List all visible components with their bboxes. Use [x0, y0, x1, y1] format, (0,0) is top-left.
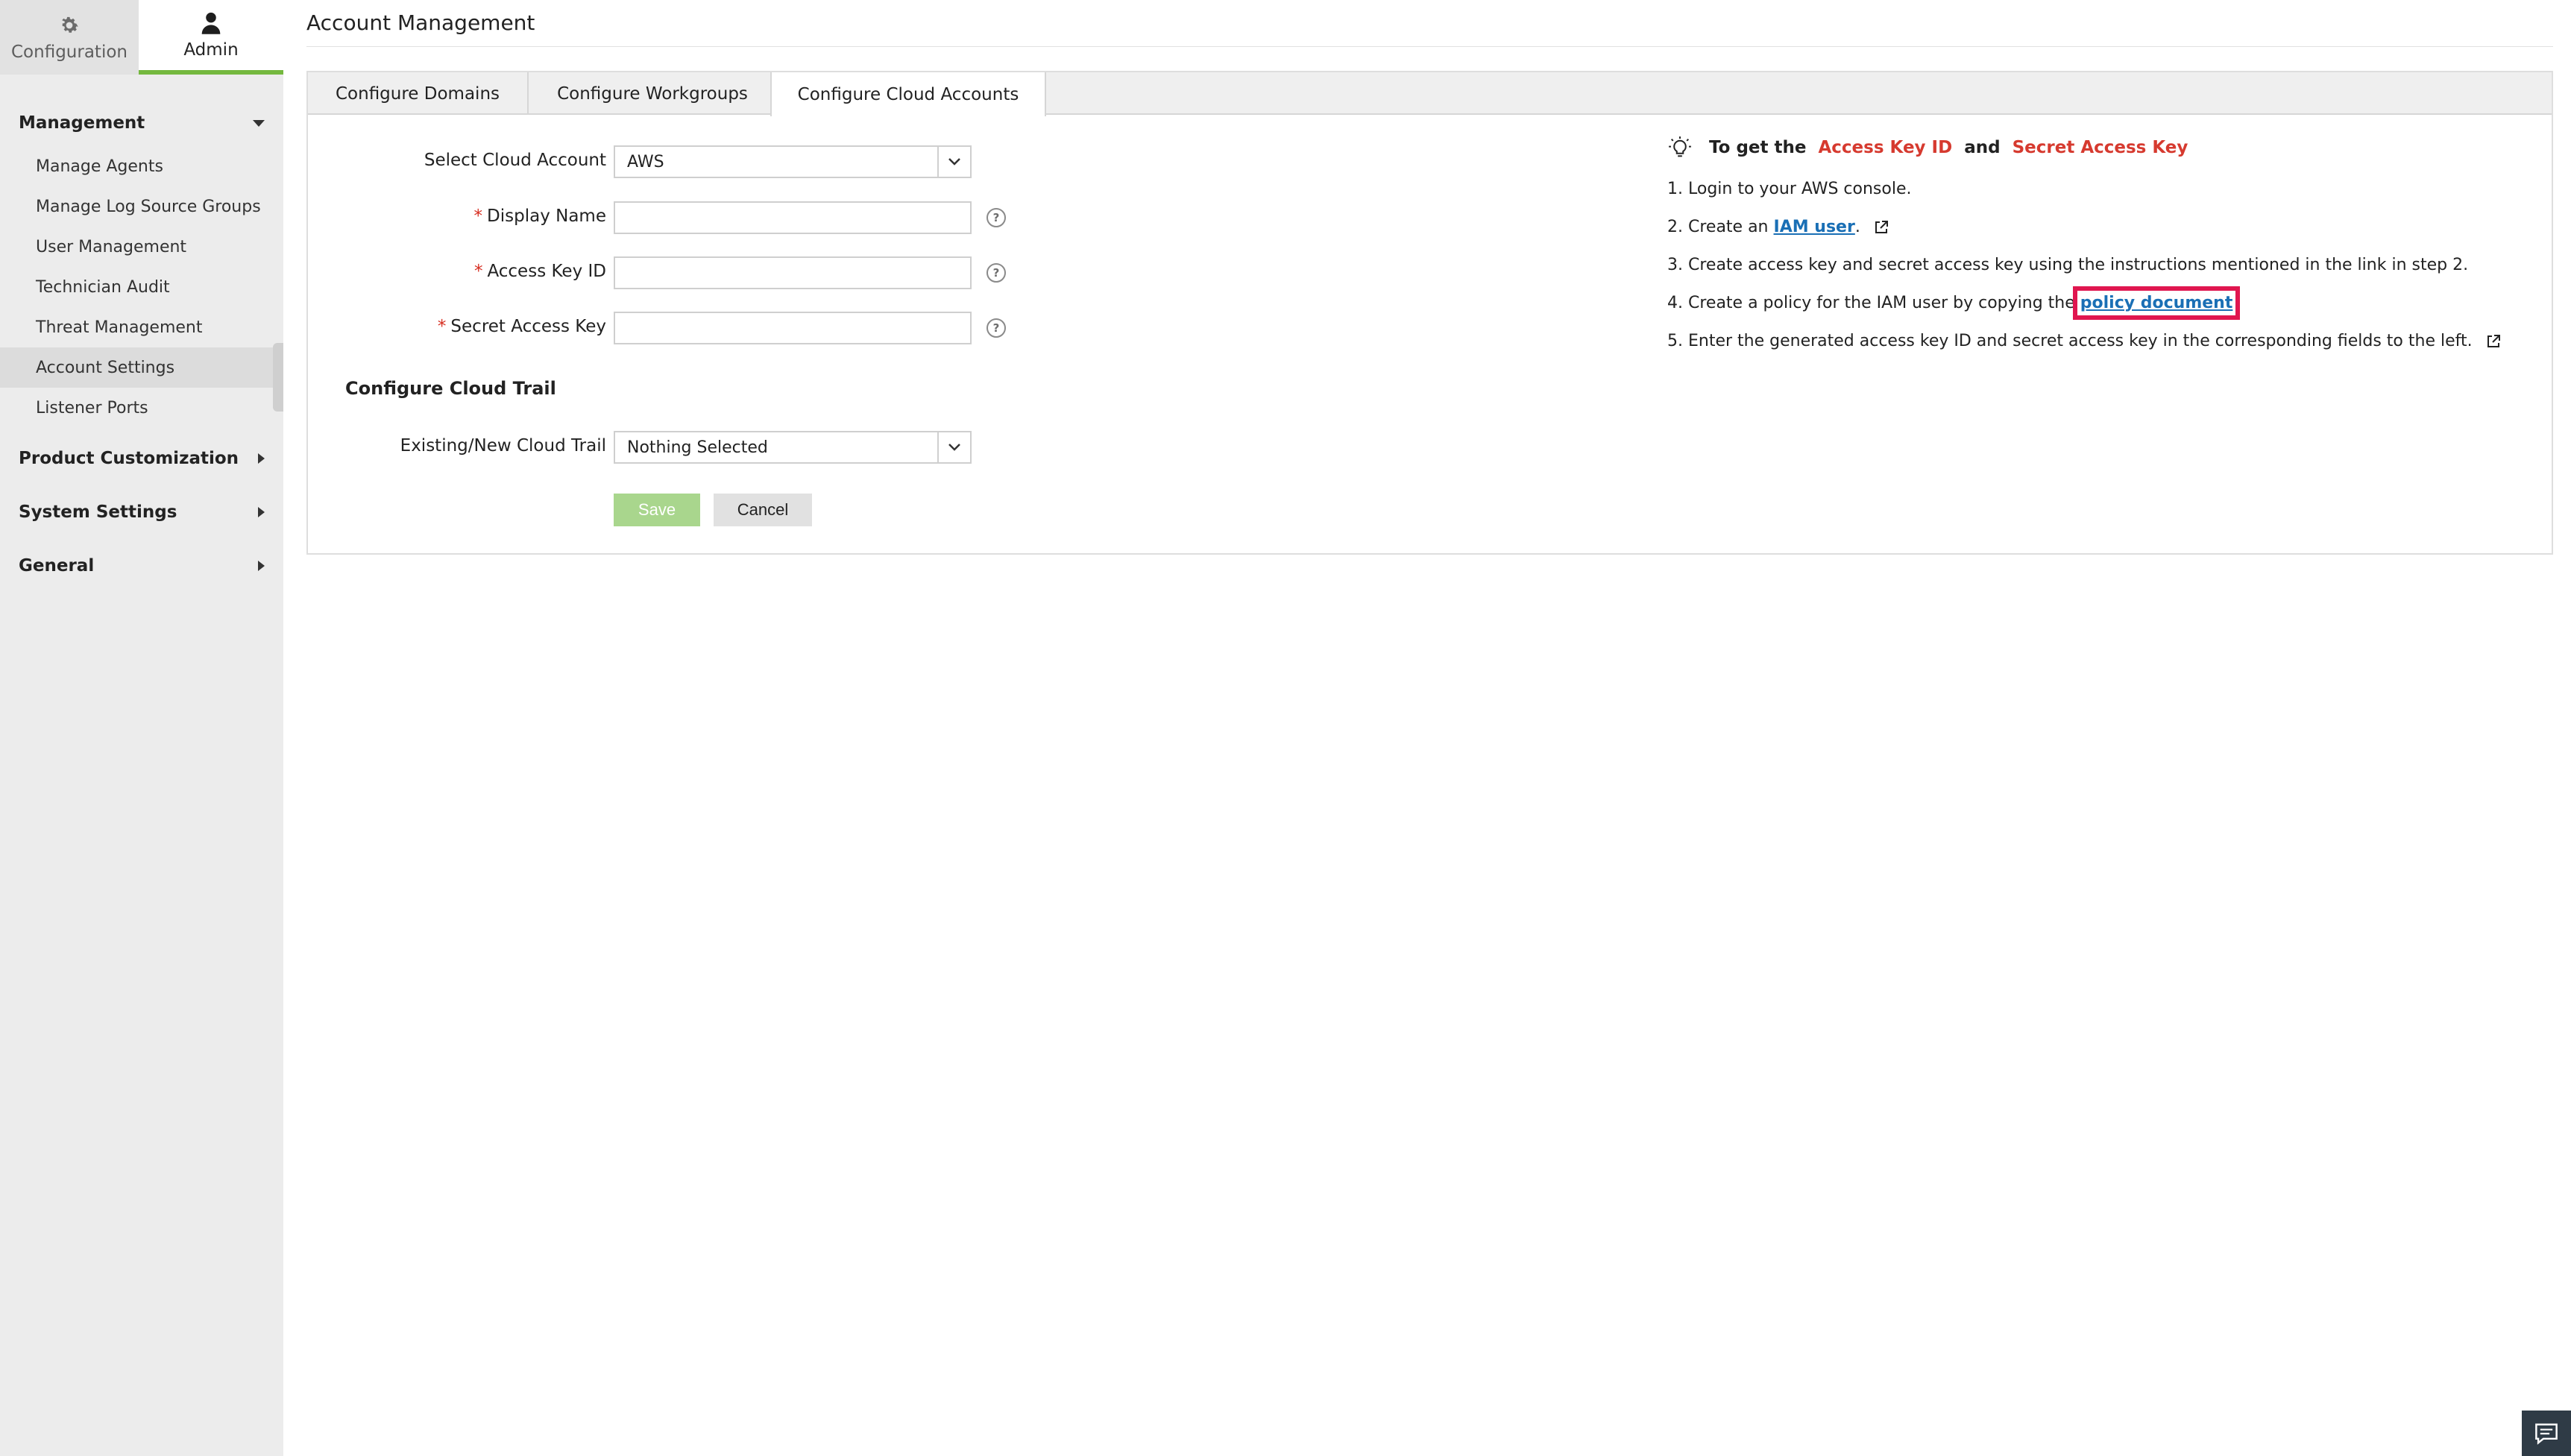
help-icon[interactable]: ?	[986, 263, 1006, 283]
required-mark: *	[473, 207, 483, 226]
chevron-right-icon	[258, 507, 265, 517]
chevron-down-icon[interactable]	[937, 432, 970, 462]
nav-system-settings-label: System Settings	[19, 502, 177, 522]
chevron-right-icon	[258, 453, 265, 464]
nav-general-label: General	[19, 556, 95, 576]
sidebar-item-label: User Management	[36, 237, 187, 256]
nav-product-customization-label: Product Customization	[19, 449, 239, 468]
page-title: Account Management	[306, 10, 535, 35]
admin-tab-label: Admin	[183, 40, 239, 60]
configure-cloud-trail-heading: Configure Cloud Trail	[345, 378, 556, 399]
sidebar: Configuration Admin Management Manage Ag…	[0, 0, 283, 1456]
label-text: Display Name	[487, 207, 606, 226]
tab-label: Configure Cloud Accounts	[797, 84, 1019, 104]
sidebar-item-label: Manage Log Source Groups	[36, 197, 261, 216]
save-button[interactable]: Save	[614, 494, 700, 526]
sidebar-item-technician-audit[interactable]: Technician Audit	[0, 267, 274, 307]
configuration-tab-label: Configuration	[11, 42, 128, 62]
chat-icon	[2534, 1422, 2559, 1445]
instructions-panel: To get the Access Key ID and Secret Acce…	[1667, 133, 2525, 360]
cloud-trail-select-value: Nothing Selected	[627, 438, 768, 457]
cloud-account-select[interactable]: AWS	[614, 145, 972, 178]
cancel-button[interactable]: Cancel	[714, 494, 812, 526]
step-1-text: 1. Login to your AWS console.	[1667, 180, 1912, 198]
tab-configure-cloud-accounts[interactable]: Configure Cloud Accounts	[770, 72, 1046, 116]
gear-icon	[58, 13, 81, 38]
heading-prefix: To get the	[1709, 138, 1807, 157]
help-glyph: ?	[992, 211, 1000, 224]
chevron-down-icon[interactable]	[937, 147, 970, 177]
cloud-account-select-value: AWS	[627, 152, 664, 171]
label-text: Secret Access Key	[450, 317, 606, 336]
step-2-suffix: .	[1854, 218, 1860, 236]
nav-product-customization[interactable]: Product Customization	[19, 449, 265, 468]
chevron-right-icon	[258, 561, 265, 571]
label-text: Select Cloud Account	[424, 151, 606, 170]
list-item: 1. Login to your AWS console.	[1667, 170, 2525, 208]
sidebar-item-label: Manage Agents	[36, 157, 163, 176]
list-item: 2. Create an IAM user.	[1667, 208, 2525, 246]
required-mark: *	[473, 262, 483, 281]
tab-configure-domains[interactable]: Configure Domains	[308, 72, 529, 115]
secret-access-key-label: * Secret Access Key	[308, 317, 606, 336]
heading-secret-key: Secret Access Key	[2012, 138, 2188, 157]
tab-bar: Configure Domains Configure Workgroups C…	[308, 72, 2552, 116]
access-key-id-label: * Access Key ID	[308, 262, 606, 281]
label-text: Existing/New Cloud Trail	[400, 436, 606, 456]
instructions-heading: To get the Access Key ID and Secret Acce…	[1667, 133, 2525, 163]
tab-configure-workgroups[interactable]: Configure Workgroups	[529, 72, 778, 115]
cloud-trail-select[interactable]: Nothing Selected	[614, 431, 972, 464]
sidebar-item-label: Account Settings	[36, 358, 175, 377]
step-5-text: 5. Enter the generated access key ID and…	[1667, 332, 2473, 350]
list-item: 3. Create access key and secret access k…	[1667, 246, 2525, 284]
instructions-list: 1. Login to your AWS console. 2. Create …	[1667, 170, 2525, 360]
sidebar-item-threat-management[interactable]: Threat Management	[0, 307, 274, 347]
policy-document-link[interactable]: policy document	[2072, 286, 2241, 320]
chat-button[interactable]	[2522, 1411, 2571, 1456]
help-icon[interactable]: ?	[986, 208, 1006, 227]
nav-management[interactable]: Management	[19, 113, 265, 133]
display-name-input[interactable]	[614, 201, 972, 234]
help-glyph: ?	[992, 266, 1000, 280]
lightbulb-icon	[1667, 135, 1693, 160]
access-key-id-input[interactable]	[614, 256, 972, 289]
heading-access-key: Access Key ID	[1818, 138, 1953, 157]
sidebar-item-label: Threat Management	[36, 318, 203, 337]
configuration-tab[interactable]: Configuration	[0, 0, 139, 75]
help-icon[interactable]: ?	[986, 318, 1006, 338]
label-text: Access Key ID	[487, 262, 606, 281]
step-4-text: 4. Create a policy for the IAM user by c…	[1667, 294, 2075, 312]
list-item: 5. Enter the generated access key ID and…	[1667, 322, 2525, 360]
tab-label: Configure Workgroups	[557, 83, 748, 104]
external-link-icon[interactable]	[2486, 334, 2501, 349]
nav-general[interactable]: General	[19, 556, 265, 576]
sidebar-item-label: Listener Ports	[36, 398, 148, 417]
sidebar-item-label: Technician Audit	[36, 277, 170, 297]
sidebar-collapse-handle[interactable]	[273, 343, 283, 412]
heading-and: and	[1964, 138, 2001, 157]
sidebar-item-manage-log-source-groups[interactable]: Manage Log Source Groups	[0, 186, 274, 227]
nav-system-settings[interactable]: System Settings	[19, 502, 265, 522]
secret-access-key-input[interactable]	[614, 312, 972, 344]
list-item: 4. Create a policy for the IAM user by c…	[1667, 284, 2525, 322]
help-glyph: ?	[992, 321, 1000, 335]
external-link-icon[interactable]	[1874, 220, 1889, 235]
divider	[306, 46, 2553, 47]
cloud-trail-label: Existing/New Cloud Trail	[308, 436, 606, 456]
select-cloud-account-label: Select Cloud Account	[308, 151, 606, 170]
sidebar-item-manage-agents[interactable]: Manage Agents	[0, 146, 274, 186]
admin-tab[interactable]: Admin	[139, 0, 283, 75]
step-3-text: 3. Create access key and secret access k…	[1667, 256, 2469, 274]
chevron-down-icon	[253, 119, 265, 127]
step-2-text: 2. Create an	[1667, 218, 1769, 236]
iam-user-link[interactable]: IAM user	[1774, 218, 1855, 236]
user-icon	[200, 10, 222, 36]
sidebar-item-account-settings[interactable]: Account Settings	[0, 347, 274, 388]
nav-management-label: Management	[19, 113, 145, 133]
tab-label: Configure Domains	[335, 83, 500, 104]
sidebar-item-listener-ports[interactable]: Listener Ports	[0, 388, 274, 428]
sidebar-item-user-management[interactable]: User Management	[0, 227, 274, 267]
required-mark: *	[437, 317, 447, 336]
display-name-label: * Display Name	[308, 207, 606, 226]
